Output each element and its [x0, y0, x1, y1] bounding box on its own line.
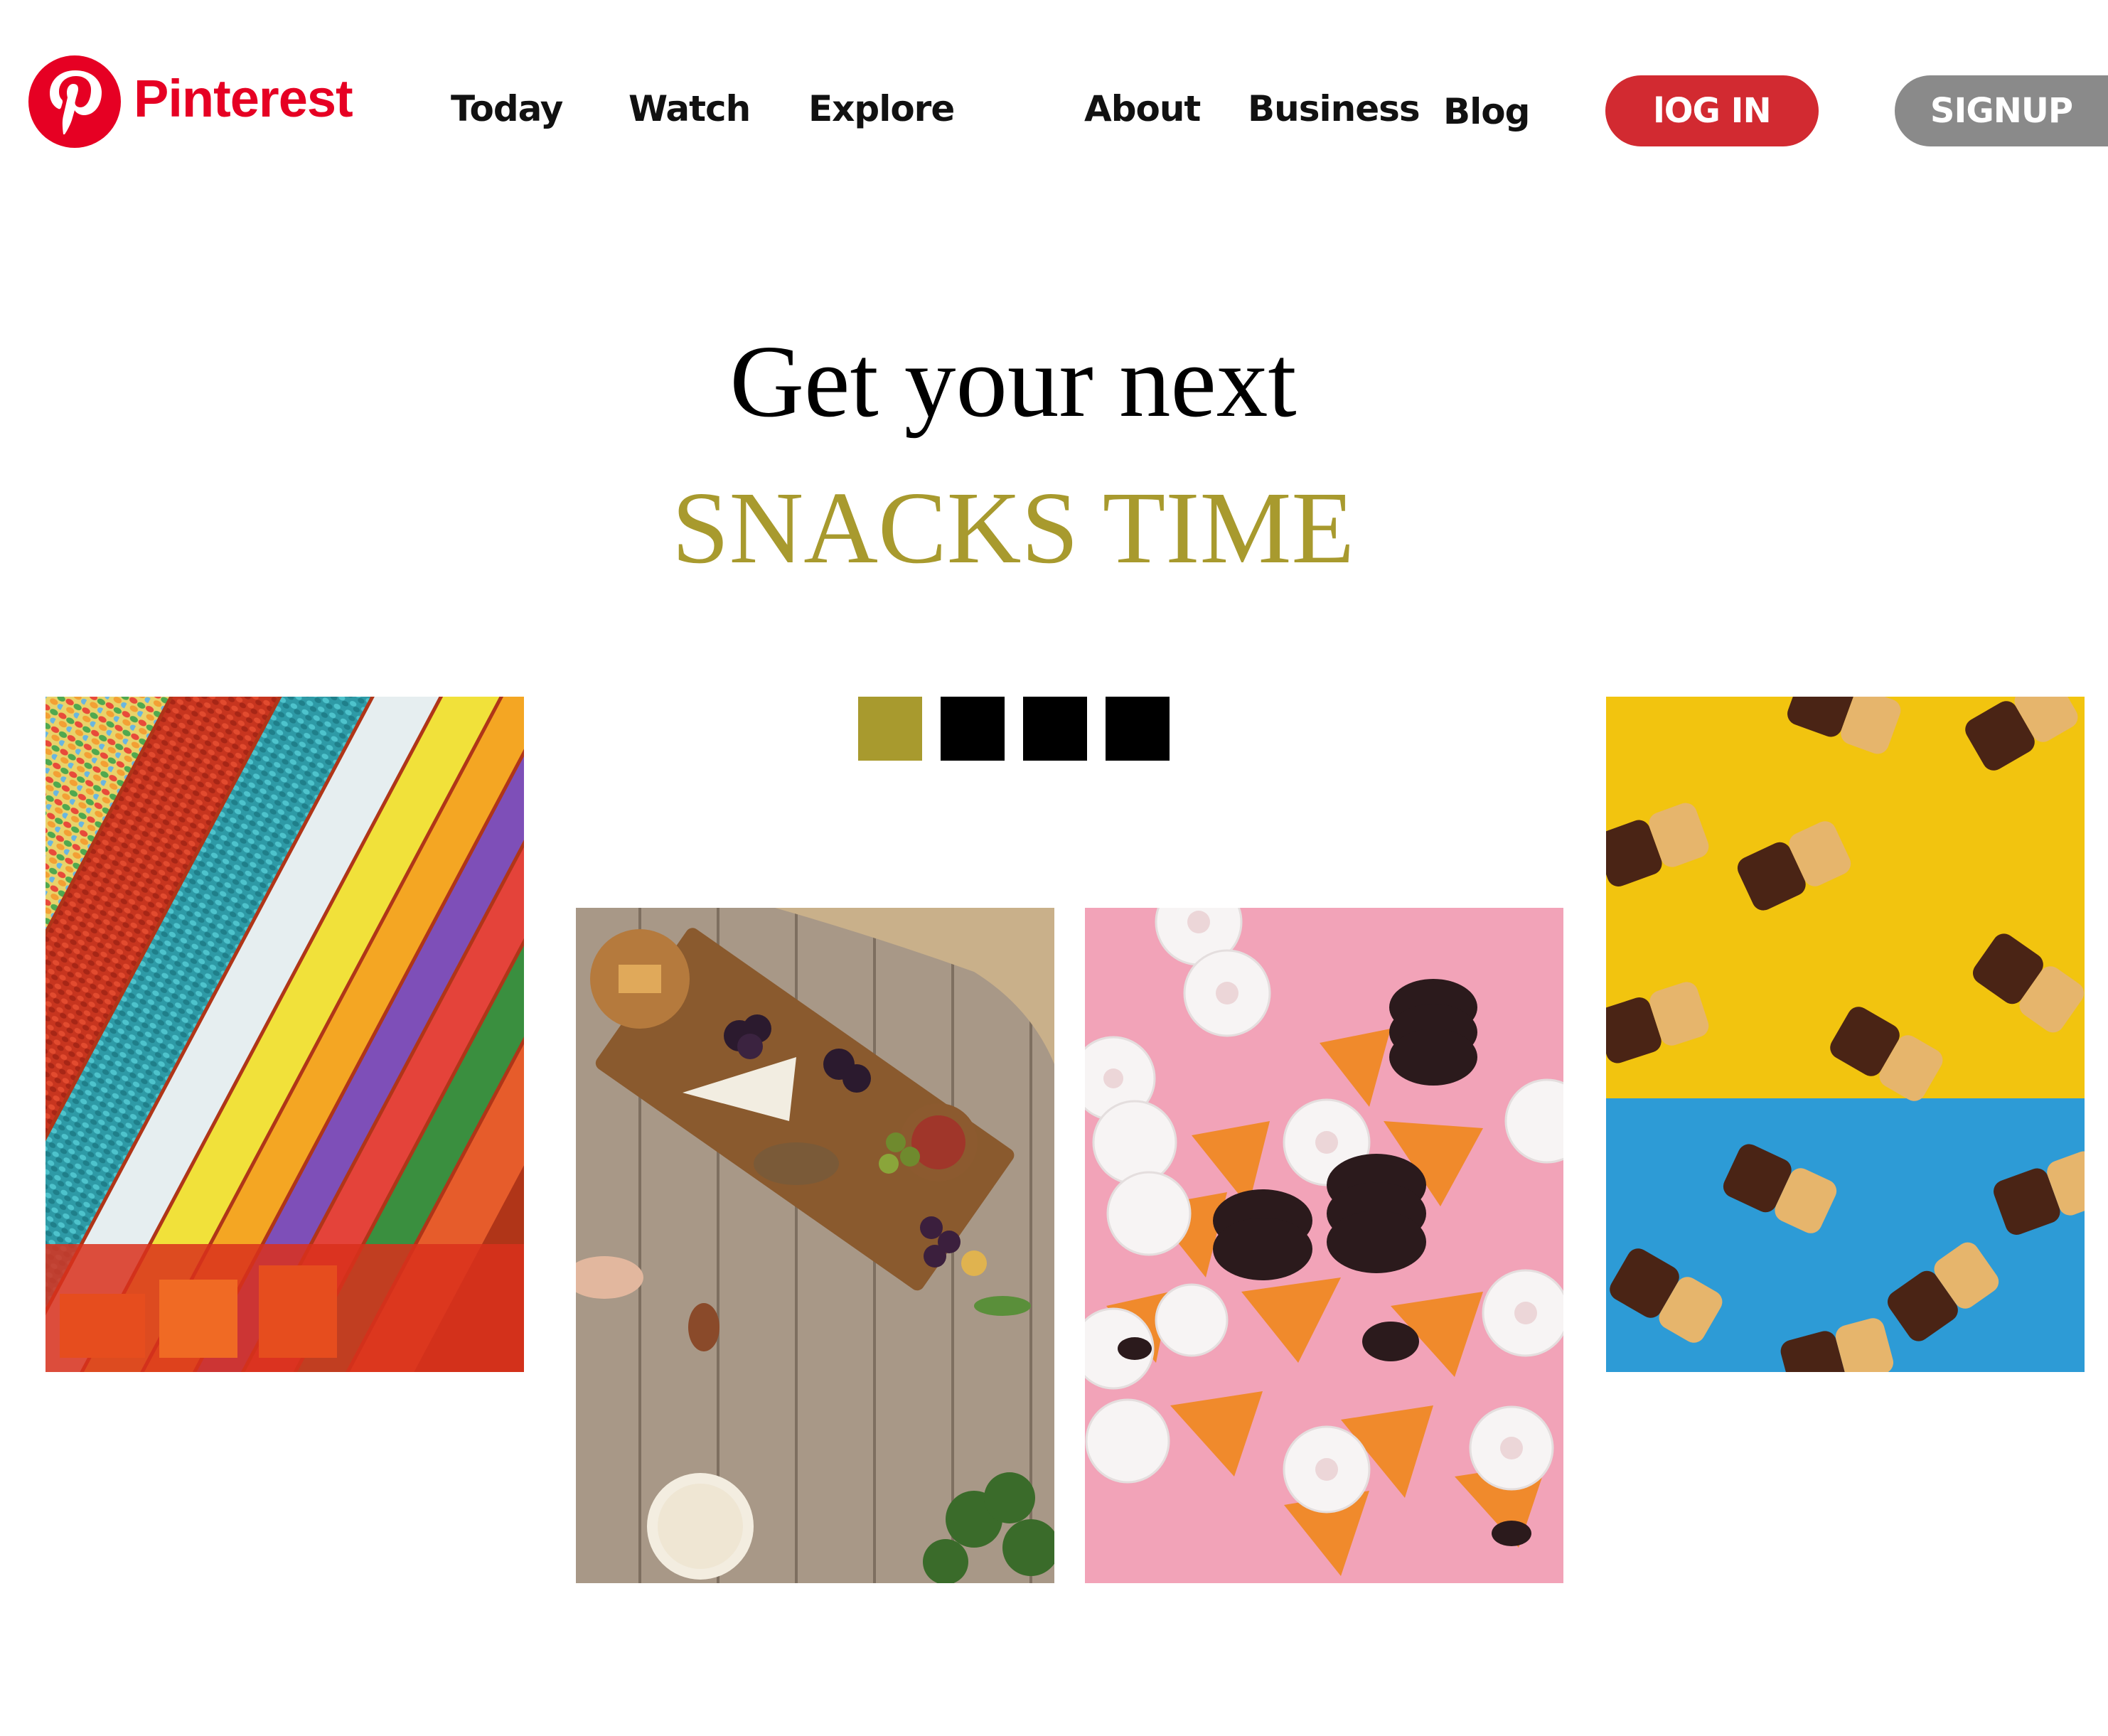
nav-explore[interactable]: Explore [808, 91, 955, 127]
nav-watch[interactable]: Watch [628, 91, 751, 127]
nav-about[interactable]: About [1084, 91, 1201, 127]
brand-name[interactable]: Pinterest [134, 73, 353, 125]
hero-subtitle: SNACKS TIME [671, 471, 1355, 585]
chocolate-wafer-rolls-image[interactable] [1606, 697, 2085, 1372]
carousel-dot-2[interactable] [941, 697, 1005, 761]
nav-today[interactable]: Today [451, 91, 563, 127]
donuts-oreos-chips-image[interactable] [1085, 908, 1563, 1583]
nav-business[interactable]: Business [1248, 91, 1421, 127]
nav-blog[interactable]: Blog [1443, 94, 1530, 129]
carousel-dot-4[interactable] [1106, 697, 1170, 761]
pinterest-logo-icon[interactable] [28, 55, 121, 148]
jelly-beans-dispensers-image[interactable] [46, 697, 524, 1372]
login-button[interactable]: lOG IN [1605, 75, 1819, 146]
carousel-dot-3[interactable] [1023, 697, 1087, 761]
pin-glyph [50, 70, 102, 134]
carousel-dot-1[interactable] [858, 697, 922, 761]
hero-title: Get your next [729, 325, 1297, 439]
charcuterie-board-image[interactable] [576, 908, 1054, 1583]
signup-button[interactable]: SIGNUP [1895, 75, 2108, 146]
carousel-dots [858, 697, 1170, 761]
